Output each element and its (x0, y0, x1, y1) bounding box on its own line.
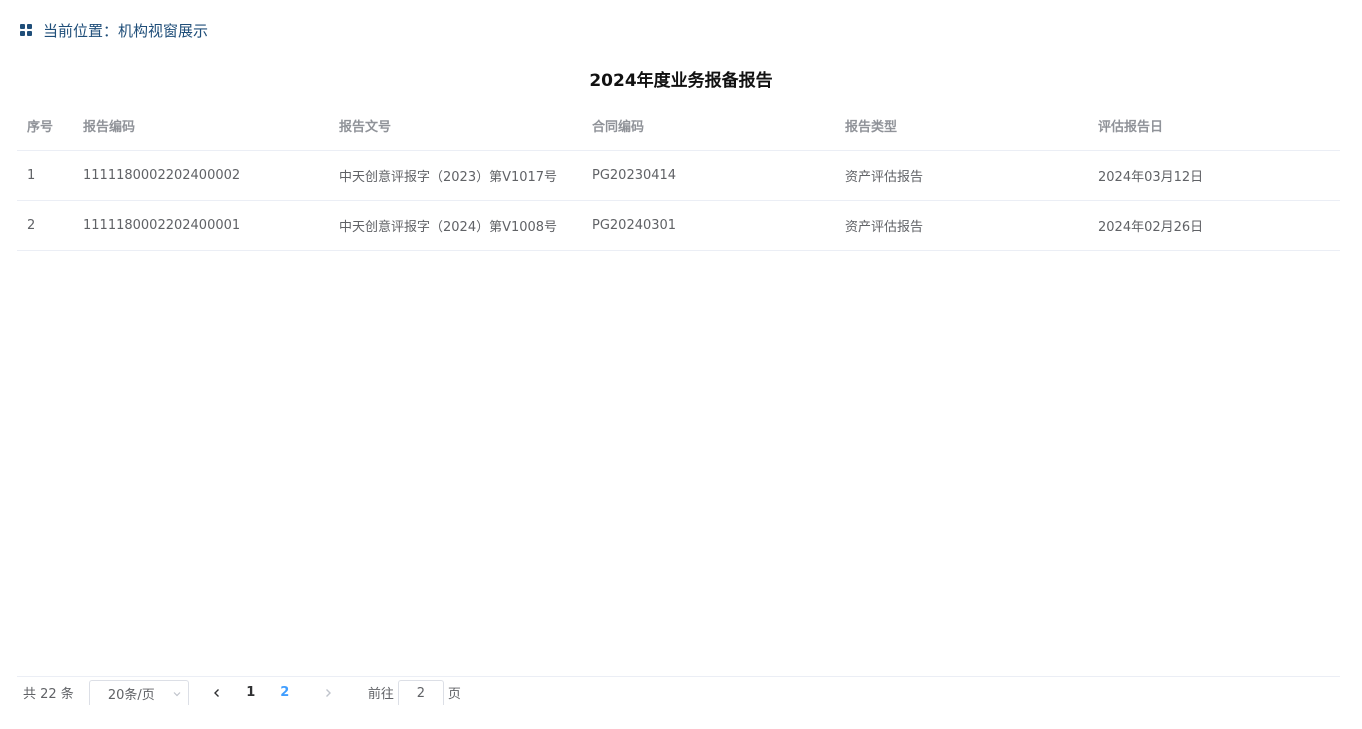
goto-label: 前往 (367, 687, 394, 702)
cell-report-date: 2024年03月12日 (1088, 150, 1340, 201)
page-number-2[interactable]: 2 (270, 680, 300, 705)
page-size-value: 20条/页 (107, 687, 155, 703)
cell-contract-code: PG20230414 (582, 150, 835, 201)
page-number-1[interactable]: 1 (236, 680, 266, 705)
pager-divider (17, 676, 1340, 677)
header-contract-code[interactable]: 合同编码 (582, 101, 835, 151)
cell-report-type: 资产评估报告 (835, 200, 1088, 251)
table-row[interactable]: 2 1111180002202400001 中天创意评报字（2024）第V100… (17, 200, 1340, 251)
goto-page-input[interactable] (397, 680, 444, 705)
breadcrumb: 当前位置：机构视窗展示 (19, 18, 208, 42)
breadcrumb-text: 当前位置：机构视窗展示 (43, 20, 208, 41)
cell-contract-code: PG20240301 (582, 200, 835, 251)
grid-icon (19, 23, 33, 37)
table-row[interactable]: 1 1111180002202400002 中天创意评报字（2023）第V101… (17, 150, 1340, 201)
breadcrumb-label: 当前位置： (43, 21, 119, 40)
cell-index: 2 (17, 200, 73, 251)
pagination: 共 22 条 20条/页 1 2 前往 页 (23, 680, 461, 705)
header-report-date[interactable]: 评估报告日 (1088, 101, 1340, 151)
table-header-row: 序号 报告编码 报告文号 合同编码 报告类型 评估报告日 (17, 101, 1340, 151)
total-count: 共 22 条 (23, 687, 74, 702)
cell-report-code: 1111180002202400001 (73, 200, 329, 251)
cell-report-type: 资产评估报告 (835, 150, 1088, 201)
header-report-type[interactable]: 报告类型 (835, 101, 1088, 151)
next-page-button[interactable] (313, 680, 343, 705)
prev-page-button[interactable] (202, 680, 232, 705)
cell-report-code: 1111180002202400002 (73, 150, 329, 201)
report-title: 2024年度业务报备报告 (589, 71, 773, 91)
cell-report-date: 2024年02月26日 (1088, 200, 1340, 251)
page: 当前位置：机构视窗展示 2024年度业务报备报告 序号 报告编码 报告文号 合同… (0, 0, 1362, 729)
goto-suffix: 页 (447, 687, 461, 702)
header-index[interactable]: 序号 (17, 101, 73, 151)
cell-report-number: 中天创意评报字（2023）第V1017号 (329, 150, 582, 201)
cell-report-number: 中天创意评报字（2024）第V1008号 (329, 200, 582, 251)
chevron-down-icon (172, 688, 182, 698)
breadcrumb-current[interactable]: 机构视窗展示 (118, 22, 208, 40)
page-size-select[interactable]: 20条/页 (88, 680, 189, 705)
cell-index: 1 (17, 150, 73, 201)
header-report-code[interactable]: 报告编码 (73, 101, 329, 151)
report-table: 序号 报告编码 报告文号 合同编码 报告类型 评估报告日 1 111118000… (17, 101, 1340, 251)
chevron-right-icon (325, 688, 331, 697)
header-report-number[interactable]: 报告文号 (329, 101, 582, 151)
chevron-left-icon (213, 688, 219, 697)
